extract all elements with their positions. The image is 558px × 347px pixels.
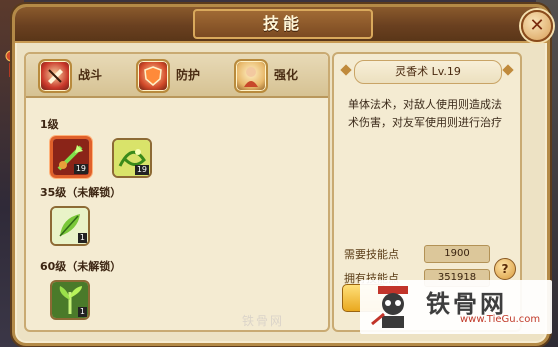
shield-icon: [136, 59, 170, 93]
tab-enhance-label: 强化: [274, 68, 299, 82]
skill-level-badge: 1: [77, 307, 87, 317]
tab-defense-label: 防护: [176, 68, 201, 82]
tab-bar: 战斗 防护 强化: [26, 54, 328, 98]
title-bar: 技能 ✕: [15, 7, 553, 43]
skill-level-badge: 1: [77, 233, 87, 243]
skill-description: 单体法术，对敌人使用则造成法术伤害，对友军使用则进行治疗: [348, 98, 502, 129]
help-icon[interactable]: ?: [494, 258, 516, 280]
skull-mascot-icon: [371, 286, 408, 328]
skill-slot-1[interactable]: 19: [50, 136, 92, 178]
skill-name: 灵香术 Lv.19: [354, 60, 502, 84]
watermark-badge: 铁骨网 www.TieGu.com: [360, 280, 552, 334]
watermark-url: www.TieGu.com: [460, 314, 541, 325]
tab-enhance[interactable]: 强化: [228, 58, 324, 93]
skill-level-badge: 19: [134, 165, 149, 175]
ornament-icon: [502, 64, 514, 76]
ornament-icon: [340, 64, 352, 76]
skill-slot-3[interactable]: 1: [50, 206, 90, 246]
question-mark-icon: ?: [501, 262, 509, 276]
battle-icon: [38, 59, 72, 93]
tab-battle-label: 战斗: [78, 68, 103, 82]
required-points-label: 需要技能点: [344, 248, 399, 261]
skill-slot-4[interactable]: 1: [50, 280, 90, 320]
tab-battle[interactable]: 战斗: [32, 58, 128, 93]
window-title: 技能: [193, 9, 373, 39]
section-level-1: 1级: [40, 118, 59, 131]
skill-slot-2[interactable]: 19: [112, 138, 152, 178]
tab-defense[interactable]: 防护: [130, 58, 226, 93]
skill-level-badge: 19: [73, 164, 88, 174]
watermark-left: 铁骨网: [242, 314, 285, 328]
required-points-value: 1900: [424, 245, 490, 263]
close-button[interactable]: ✕: [521, 10, 553, 42]
section-level-60: 60级（未解锁）: [40, 260, 122, 273]
skill-list-panel: 战斗 防护 强化 1级 19 19 35级（未解锁） 1 60级（未解锁） 1: [24, 52, 330, 332]
enhance-icon: [234, 59, 268, 93]
close-icon: ✕: [529, 15, 545, 36]
section-level-35: 35级（未解锁）: [40, 186, 122, 199]
